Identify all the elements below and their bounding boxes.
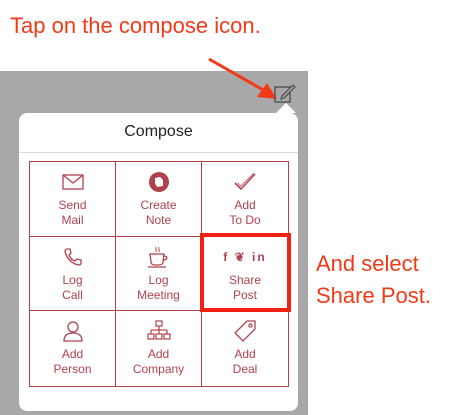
instruction-right-line1: And select (316, 251, 419, 276)
popover-caret (276, 103, 296, 113)
instruction-right: And select Share Post. (316, 248, 431, 312)
add-deal-button[interactable]: Add Deal (202, 311, 288, 386)
log-meeting-button[interactable]: Log Meeting (116, 236, 202, 312)
popover-title: Compose (124, 123, 193, 140)
checkmark-icon (233, 170, 257, 194)
send-mail-label: Send Mail (58, 198, 87, 227)
add-todo-button[interactable]: Add To Do (202, 162, 288, 237)
envelope-icon (61, 170, 84, 194)
popover-divider (19, 152, 298, 153)
evernote-icon (148, 170, 170, 194)
instruction-right-line2: Share Post. (316, 283, 431, 308)
coffee-cup-icon (147, 245, 171, 269)
add-deal-label: Add Deal (232, 347, 258, 377)
add-todo-label: Add To Do (229, 198, 261, 227)
add-person-button[interactable]: Add Person (30, 311, 116, 386)
org-chart-icon (146, 319, 171, 343)
person-icon (62, 319, 84, 343)
log-call-label: Log Call (62, 272, 83, 302)
add-company-label: Add Company (132, 347, 185, 377)
add-person-label: Add Person (53, 347, 92, 377)
instruction-top: Tap on the compose icon. (10, 13, 261, 38)
tag-icon (233, 319, 257, 343)
add-company-button[interactable]: Add Company (116, 311, 202, 386)
create-note-label: Create Note (140, 198, 177, 227)
create-note-button[interactable]: Create Note (116, 162, 202, 237)
share-post-highlight (200, 233, 291, 312)
compose-icon[interactable] (273, 82, 297, 104)
log-meeting-label: Log Meeting (137, 272, 180, 302)
log-call-button[interactable]: Log Call (30, 236, 116, 312)
phone-icon (63, 245, 83, 269)
send-mail-button[interactable]: Send Mail (30, 162, 116, 237)
